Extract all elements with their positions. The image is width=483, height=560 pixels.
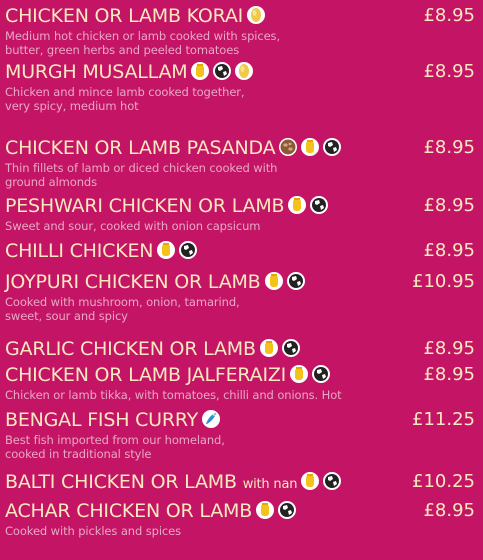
medium-hot-icon [156,240,176,260]
dish-name-text: CHICKEN OR LAMB JALFERAIZI [5,364,287,386]
menu-item-title-row: BALTI CHICKEN OR LAMB with nan £10.25 [5,470,477,494]
menu-item-title-row: ACHAR CHICKEN OR LAMB £8.95 [5,499,477,523]
dish-icons [201,408,223,432]
menu-item-title-row: MURGH MUSALLAM £8.95 [5,60,477,84]
dish-description: Sweet and sour, cooked with onion capsic… [5,219,261,233]
dish-icons [264,270,308,294]
dish-name-suffix: with nan [242,477,298,492]
dish-description: Medium hot chicken or lamb cooked with s… [5,29,281,57]
menu-item-achar-chicken-or-lamb: ACHAR CHICKEN OR LAMB £8.95 Cooked with pi… [5,499,477,538]
dish-icons [190,60,256,84]
dish-name-text: CHILLI CHICKEN [5,240,154,262]
medium-hot-icon [289,364,309,384]
dish-price: £8.95 [423,338,475,359]
dish-icons [259,337,303,361]
dish-icons [287,194,331,218]
menu-item-chicken-or-lamb-korai: CHICKEN OR LAMB KORAI £8.95 Medium hot chi… [5,4,477,57]
menu-item-title-row: CHICKEN OR LAMB KORAI £8.95 [5,4,477,28]
menu-item-title-row: GARLIC CHICKEN OR LAMB £8.95 [5,337,477,361]
globe-icon [178,240,198,260]
dish-price: £8.95 [423,500,475,521]
dish-icons [156,239,200,263]
dish-price: £8.95 [423,137,475,158]
globe-icon [281,338,301,358]
dish-description: Chicken and mince lamb cooked together, … [5,85,245,113]
menu-page: CHICKEN OR LAMB KORAI £8.95 Medium hot chi… [0,0,483,560]
medium-hot-icon [300,137,320,157]
dish-name: MURGH MUSALLAM [5,60,256,84]
dish-price: £8.95 [423,364,475,385]
dish-description: Chicken or lamb tikka, with tomatoes, ch… [5,388,342,402]
globe-icon [322,137,342,157]
menu-item-title-row: PESHWARI CHICKEN OR LAMB £8.95 [5,194,477,218]
menu-item-title-row: CHICKEN OR LAMB JALFERAIZI £8.95 [5,363,477,387]
menu-item-chilli-chicken: CHILLI CHICKEN £8.95 [5,239,477,263]
menu-item-title-row: BENGAL FISH CURRY £11.25 [5,408,477,432]
dish-name-text: PESHWARI CHICKEN OR LAMB [5,195,285,217]
dish-name: GARLIC CHICKEN OR LAMB [5,337,303,361]
dish-icons [300,470,344,494]
dish-price: £8.95 [423,195,475,216]
dish-name-text: CHICKEN OR LAMB KORAI [5,5,244,27]
menu-item-murgh-musallam: MURGH MUSALLAM £8.95 Chicken and mince lam… [5,60,477,113]
globe-icon [311,364,331,384]
dish-price: £8.95 [423,240,475,261]
dish-name: BALTI CHICKEN OR LAMB with nan [5,470,344,497]
mild-icon [246,5,266,25]
dish-description: Best fish imported from our homeland, co… [5,433,225,461]
medium-hot-icon [300,471,320,491]
dish-price: £10.95 [412,271,475,292]
dish-name-text: JOYPURI CHICKEN OR LAMB [5,271,261,293]
dish-name: BENGAL FISH CURRY [5,408,223,432]
fish-icon [201,409,221,429]
menu-item-title-row: CHICKEN OR LAMB PASANDA £8.95 [5,136,477,160]
globe-icon [212,61,232,81]
menu-item-chicken-or-lamb-pasanda: CHICKEN OR LAMB PASANDA £8.95 Thin fillets… [5,136,477,189]
dish-price: £11.25 [412,409,475,430]
dish-price: £10.25 [412,471,475,492]
dish-icons [289,363,333,387]
globe-icon [322,471,342,491]
dish-name-text: GARLIC CHICKEN OR LAMB [5,338,256,360]
menu-item-title-row: JOYPURI CHICKEN OR LAMB £10.95 [5,270,477,294]
dish-name: ACHAR CHICKEN OR LAMB [5,499,299,523]
dish-name: CHICKEN OR LAMB JALFERAIZI [5,363,333,387]
medium-hot-icon [190,61,210,81]
menu-item-chicken-or-lamb-jalferaizi: CHICKEN OR LAMB JALFERAIZI £8.95 Chicken o… [5,363,477,402]
menu-item-joypuri-chicken-or-lamb: JOYPURI CHICKEN OR LAMB £10.95 Cooked with… [5,270,477,323]
globe-icon [309,195,329,215]
mild-icon [234,61,254,81]
menu-item-balti-chicken-or-lamb: BALTI CHICKEN OR LAMB with nan £10.25 [5,470,477,494]
globe-icon [286,271,306,291]
menu-item-peshwari-chicken-or-lamb: PESHWARI CHICKEN OR LAMB £8.95 Sweet and s… [5,194,477,233]
dish-description: Thin fillets of lamb or diced chicken co… [5,161,278,189]
dish-icons [278,136,344,160]
dish-name: JOYPURI CHICKEN OR LAMB [5,270,308,294]
dish-icons [246,4,268,28]
medium-hot-icon [264,271,284,291]
dish-name-text: CHICKEN OR LAMB PASANDA [5,137,276,159]
medium-hot-icon [259,338,279,358]
dish-description: Cooked with mushroom, onion, tamarind, s… [5,295,240,323]
dish-name: CHILLI CHICKEN [5,239,200,263]
dish-name-text: BALTI CHICKEN OR LAMB [5,471,237,493]
dish-description: Cooked with pickles and spices [5,524,181,538]
dish-name-text: MURGH MUSALLAM [5,61,188,83]
dish-name-text: ACHAR CHICKEN OR LAMB [5,500,253,522]
globe-icon [277,500,297,520]
dish-price: £8.95 [423,5,475,26]
dish-name: CHICKEN OR LAMB KORAI [5,4,268,28]
medium-hot-icon [287,195,307,215]
dish-name: PESHWARI CHICKEN OR LAMB [5,194,331,218]
nuts-icon [278,137,298,157]
menu-item-garlic-chicken-or-lamb: GARLIC CHICKEN OR LAMB £8.95 [5,337,477,361]
dish-name-text: BENGAL FISH CURRY [5,409,199,431]
menu-item-bengal-fish-curry: BENGAL FISH CURRY £11.25 Best fish importe… [5,408,477,461]
dish-icons [255,499,299,523]
dish-price: £8.95 [423,61,475,82]
menu-item-title-row: CHILLI CHICKEN £8.95 [5,239,477,263]
dish-name: CHICKEN OR LAMB PASANDA [5,136,344,160]
medium-hot-icon [255,500,275,520]
